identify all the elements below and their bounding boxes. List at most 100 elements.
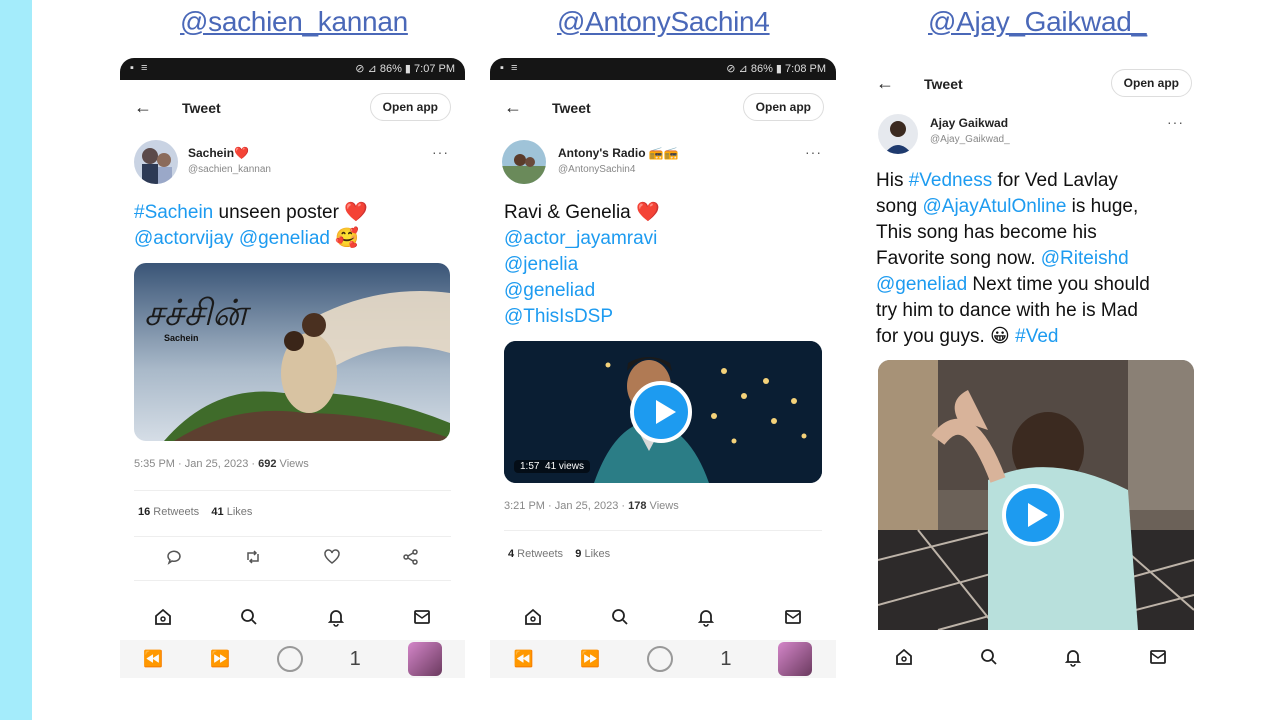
author-username[interactable]: @Ajay_Gaikwad_: [930, 134, 1010, 145]
tweet-line: song @AjayAtulOnline is huge,: [876, 194, 1150, 220]
reply-icon[interactable]: [165, 548, 183, 571]
avatar[interactable]: [502, 140, 546, 184]
app-tabbar: [120, 602, 465, 632]
rewind-icon[interactable]: ⏪: [143, 649, 163, 669]
tweet-line: @actor_jayamravi: [504, 226, 660, 252]
views-label: Views: [276, 458, 309, 470]
app-tabbar: [862, 642, 1200, 672]
more-options-icon[interactable]: ···: [805, 144, 822, 160]
tweet-text: #Sachein unseen poster ❤️ @actorvijay @ge…: [134, 200, 368, 252]
video-duration: 1:57 41 views: [514, 460, 590, 473]
tweet-link[interactable]: @jenelia: [504, 254, 578, 275]
notifications-icon[interactable]: [1061, 645, 1085, 669]
handle-title-3: @Ajay_Gaikwad_: [928, 6, 1147, 37]
like-icon[interactable]: [323, 548, 341, 571]
page-number[interactable]: 1: [720, 648, 731, 671]
tweet-stats: 16 Retweets 41 Likes: [138, 506, 252, 518]
play-icon[interactable]: [1002, 484, 1064, 546]
phone-screenshot-3: ← Tweet Open app Ajay Gaikwad @Ajay_Gaik…: [862, 62, 1200, 682]
author-username[interactable]: @sachien_kannan: [188, 164, 271, 175]
tweet-link[interactable]: @geneliad: [876, 274, 967, 295]
play-icon[interactable]: [630, 381, 692, 443]
tweet-link[interactable]: #Vedness: [909, 170, 992, 191]
tweet-link[interactable]: #Sachein: [134, 202, 213, 223]
tweet-image[interactable]: சச்சின் Sachein: [134, 263, 450, 441]
tweet-text-segment: unseen poster ❤️: [213, 202, 368, 223]
tweet-link[interactable]: @Riteishd: [1041, 248, 1129, 269]
author-username[interactable]: @AntonySachin4: [558, 164, 635, 175]
tweet-meta: 5:35 PM · Jan 25, 2023 · 692 Views: [134, 458, 309, 470]
phone-screenshot-1: ▪ ≡ ⊘ ⊿ 86% ▮ 7:07 PM ← Tweet Open app S…: [120, 58, 465, 688]
author-name[interactable]: Antony's Radio 📻📻: [558, 146, 679, 160]
browser-bottom-bar: ⏪ ⏩ 1: [490, 640, 836, 678]
tweet-link[interactable]: #Ved: [1015, 326, 1058, 347]
tweet-line: #Sachein unseen poster ❤️: [134, 200, 368, 226]
messages-icon[interactable]: [410, 605, 434, 629]
likes-label[interactable]: Likes: [224, 506, 253, 518]
tweet-line: for you guys. 😀 #Ved: [876, 324, 1150, 350]
author-name[interactable]: Sachein❤️: [188, 146, 249, 160]
forward-icon[interactable]: ⏩: [580, 649, 600, 669]
search-icon[interactable]: [237, 605, 261, 629]
notifications-icon[interactable]: [324, 605, 348, 629]
back-arrow-icon[interactable]: ←: [134, 97, 152, 118]
views-count: 178: [628, 500, 647, 512]
likes-count[interactable]: 41: [211, 506, 223, 518]
handle-title-1: @sachien_kannan: [180, 6, 408, 37]
search-icon[interactable]: [608, 605, 632, 629]
likes-label[interactable]: Likes: [581, 548, 610, 560]
tweet-stats: 4 Retweets 9 Likes: [508, 548, 610, 560]
home-icon[interactable]: [521, 605, 545, 629]
rewind-icon[interactable]: ⏪: [514, 649, 534, 669]
handle-title-2: @AntonySachin4: [557, 6, 770, 37]
tweet-line: @ThisIsDSP: [504, 304, 660, 330]
retweets-label[interactable]: Retweets: [514, 548, 563, 560]
tweet-line: try him to dance with he is Mad: [876, 298, 1150, 324]
author-name[interactable]: Ajay Gaikwad: [930, 116, 1008, 130]
tweet-link[interactable]: @geneliad: [504, 280, 595, 301]
open-app-button[interactable]: Open app: [369, 93, 451, 121]
tweet-text-segment: for Ved Lavlay: [992, 170, 1118, 191]
profile-thumbnail[interactable]: [407, 642, 442, 676]
tweet-link[interactable]: @actorvijay @geneliad: [134, 228, 330, 249]
search-icon[interactable]: [977, 645, 1001, 669]
page-number[interactable]: 1: [350, 648, 361, 671]
more-options-icon[interactable]: ···: [1167, 114, 1184, 130]
home-icon[interactable]: [892, 645, 916, 669]
app-tabbar: [490, 602, 836, 632]
notifications-icon[interactable]: [694, 605, 718, 629]
retweet-icon[interactable]: [244, 548, 262, 571]
image-caption: Sachein: [164, 333, 199, 343]
tweet-link[interactable]: @ThisIsDSP: [504, 306, 613, 327]
forward-icon[interactable]: ⏩: [210, 649, 230, 669]
share-icon[interactable]: [402, 548, 420, 571]
phone-screenshot-2: ▪ ≡ ⊘ ⊿ 86% ▮ 7:08 PM ← Tweet Open app A…: [490, 58, 836, 688]
loading-circle-icon[interactable]: [647, 646, 674, 672]
retweets-count[interactable]: 16: [138, 506, 150, 518]
tweet-link[interactable]: @actor_jayamravi: [504, 228, 657, 249]
avatar[interactable]: [878, 114, 918, 154]
open-app-button[interactable]: Open app: [1110, 69, 1192, 97]
topbar-title: Tweet: [182, 100, 221, 116]
messages-icon[interactable]: [781, 605, 805, 629]
retweets-label[interactable]: Retweets: [150, 506, 199, 518]
tweet-link[interactable]: @AjayAtulOnline: [922, 196, 1066, 217]
messages-icon[interactable]: [1146, 645, 1170, 669]
home-icon[interactable]: [151, 605, 175, 629]
loading-circle-icon[interactable]: [276, 646, 303, 672]
tweet-text-segment: song: [876, 196, 923, 217]
status-right: ⊘ ⊿ 86% ▮ 7:08 PM: [726, 63, 826, 75]
tweet-text-segment: for you guys. 😀: [876, 326, 1016, 347]
tweet-video[interactable]: [878, 360, 1194, 630]
more-options-icon[interactable]: ···: [432, 144, 449, 160]
video-views-text: 41 views: [545, 461, 584, 472]
back-arrow-icon[interactable]: ←: [876, 73, 894, 94]
back-arrow-icon[interactable]: ←: [504, 97, 522, 118]
tweet-text: Ravi & Genelia ❤️ @actor_jayamravi @jeneli…: [504, 200, 660, 330]
tweet-line: @geneliad: [504, 278, 660, 304]
open-app-button[interactable]: Open app: [742, 93, 824, 121]
tweet-video[interactable]: 1:57 41 views: [504, 341, 822, 483]
avatar[interactable]: [134, 140, 178, 184]
tweet-line: His #Vedness for Ved Lavlay: [876, 168, 1150, 194]
profile-thumbnail[interactable]: [778, 642, 813, 676]
